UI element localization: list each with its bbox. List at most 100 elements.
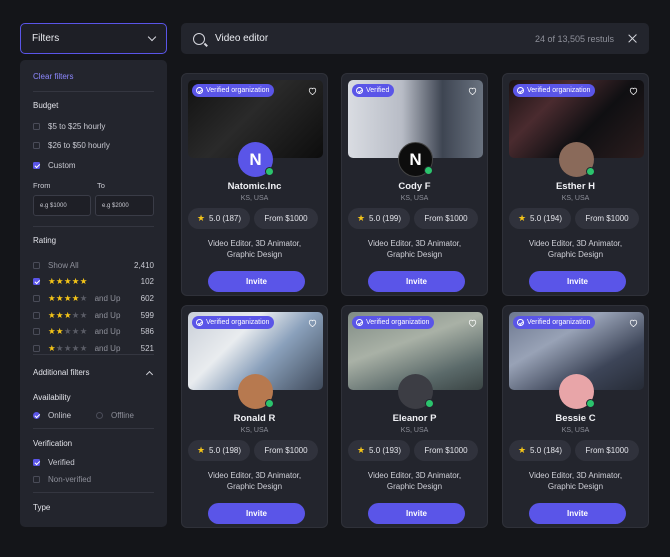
checkbox[interactable]	[33, 475, 40, 483]
card-name[interactable]: Eleanor P	[342, 413, 487, 424]
card-description: Video Editor, 3D Animator, Graphic Design	[367, 471, 462, 491]
checkbox[interactable]	[33, 261, 40, 269]
card-name[interactable]: Esther H	[503, 181, 648, 192]
filter-sidebar: Clear filters Budget $5 to $25 hourly $2…	[20, 60, 167, 527]
heart-icon[interactable]	[308, 87, 317, 95]
rating-suffix: and Up	[94, 326, 121, 336]
verified-badge: Verified organization	[352, 316, 435, 329]
availability-online[interactable]: Online	[33, 410, 93, 420]
invite-button[interactable]: Invite	[529, 503, 626, 524]
rating-option[interactable]: Show All 2,410	[33, 260, 154, 270]
search-input[interactable]: Video editor	[215, 33, 268, 44]
divider	[33, 492, 154, 493]
type-title[interactable]: Type	[33, 503, 50, 512]
rating-title: Rating	[33, 236, 57, 245]
card-location: KS, USA	[561, 427, 590, 434]
close-icon[interactable]	[628, 34, 637, 43]
rating-option[interactable]: ★★★★★ and Up 602	[33, 293, 154, 303]
checkbox[interactable]	[33, 344, 40, 352]
freelancer-card[interactable]: Verified organization Eleanor P KS, USA ★ 5.…	[341, 305, 488, 528]
budget-to-input[interactable]: e.g $2000	[95, 195, 154, 216]
clear-filters-link[interactable]: Clear filters	[33, 72, 73, 81]
avatar[interactable]	[398, 374, 434, 409]
card-name[interactable]: Cody F	[342, 181, 487, 192]
filters-label: Filters	[32, 33, 60, 44]
divider	[33, 226, 154, 227]
from-label: From	[33, 181, 51, 190]
freelancer-card[interactable]: Verified organization Bessie C KS, USA ★ 5.0…	[502, 305, 649, 528]
avatar[interactable]	[238, 374, 274, 409]
heart-icon[interactable]	[468, 87, 477, 95]
verification-title: Verification	[33, 439, 73, 448]
invite-button[interactable]: Invite	[208, 271, 305, 292]
rating-suffix: and Up	[94, 293, 121, 303]
star-rating-icon: ★★★★★	[48, 292, 88, 303]
avatar[interactable]: N	[238, 142, 274, 177]
card-description: Video Editor, 3D Animator, Graphic Design	[528, 471, 623, 491]
rating-pill: ★ 5.0 (193)	[348, 440, 410, 461]
online-status-dot	[265, 167, 274, 176]
heart-icon[interactable]	[629, 87, 638, 95]
rating-option[interactable]: ★★★★★ 102	[33, 276, 154, 286]
checkbox[interactable]	[33, 122, 40, 130]
star-icon: ★	[517, 213, 527, 223]
budget-option-custom[interactable]: Custom	[33, 160, 154, 170]
rating-option[interactable]: ★★★★★ and Up 586	[33, 326, 154, 336]
invite-button[interactable]: Invite	[529, 271, 626, 292]
verification-non-verified[interactable]: Non-verified	[33, 474, 154, 484]
freelancer-card[interactable]: Verified organization Ronald R KS, USA ★ 5.0…	[181, 305, 328, 528]
radio-checked[interactable]	[33, 411, 40, 419]
heart-icon[interactable]	[629, 319, 638, 327]
card-name[interactable]: Bessie C	[503, 413, 648, 424]
budget-from-input[interactable]: e.g $1000	[33, 195, 91, 216]
invite-button[interactable]: Invite	[368, 271, 465, 292]
chevron-down-icon	[147, 32, 157, 42]
checkbox[interactable]	[33, 294, 40, 302]
checkbox[interactable]	[33, 311, 40, 319]
rating-option[interactable]: ★★★★★ and Up 599	[33, 310, 154, 320]
verified-icon	[517, 87, 524, 94]
checkbox-checked[interactable]	[33, 161, 40, 169]
price-pill: From $1000	[414, 208, 478, 229]
checkbox[interactable]	[33, 327, 40, 335]
results-count: 24 of 13,505 restuls	[534, 33, 614, 44]
price-pill: From $1000	[575, 208, 639, 229]
checkbox-checked[interactable]	[33, 458, 40, 466]
search-icon	[193, 32, 205, 45]
freelancer-card[interactable]: Verified N Cody F KS, USA ★ 5.0 (199) From $10…	[341, 73, 488, 296]
avatar[interactable]	[559, 374, 595, 409]
card-description: Video Editor, 3D Animator, Graphic Design	[367, 239, 462, 259]
rating-option[interactable]: ★★★★★ and Up 521	[33, 343, 154, 353]
heart-icon[interactable]	[468, 319, 477, 327]
chevron-up-icon[interactable]	[145, 370, 154, 379]
freelancer-card[interactable]: Verified organization Esther H KS, USA ★ 5.0…	[502, 73, 649, 296]
budget-option-1[interactable]: $5 to $25 hourly	[33, 121, 154, 131]
card-name[interactable]: Natomic.Inc	[182, 181, 327, 192]
star-rating-icon: ★★★★★	[48, 309, 88, 320]
online-status-dot	[586, 399, 595, 408]
invite-button[interactable]: Invite	[208, 503, 305, 524]
rating-pill: ★ 5.0 (194)	[509, 208, 571, 229]
star-icon: ★	[196, 445, 206, 455]
avatar[interactable]	[559, 142, 595, 177]
freelancer-card[interactable]: Verified organization N Natomic.Inc KS, USA…	[181, 73, 328, 296]
checkbox[interactable]	[33, 141, 40, 149]
verification-verified[interactable]: Verified	[33, 457, 154, 467]
divider	[33, 91, 154, 92]
avatar[interactable]: N	[398, 142, 433, 177]
star-rating-icon: ★★★★★	[48, 325, 88, 336]
radio[interactable]	[96, 411, 103, 419]
availability-offline[interactable]: Offline	[96, 410, 156, 420]
card-name[interactable]: Ronald R	[182, 413, 327, 424]
verified-icon	[196, 319, 203, 326]
additional-filters-title[interactable]: Additional filters	[33, 368, 89, 377]
heart-icon[interactable]	[308, 319, 317, 327]
card-description: Video Editor, 3D Animator, Graphic Design	[207, 239, 302, 259]
availability-title: Availability	[33, 393, 71, 402]
filters-dropdown[interactable]: Filters	[20, 23, 167, 54]
checkbox-checked[interactable]	[33, 277, 40, 285]
budget-option-2[interactable]: $26 to $50 hourly	[33, 140, 154, 150]
card-location: KS, USA	[240, 195, 269, 202]
price-pill: From $1000	[414, 440, 478, 461]
invite-button[interactable]: Invite	[368, 503, 465, 524]
